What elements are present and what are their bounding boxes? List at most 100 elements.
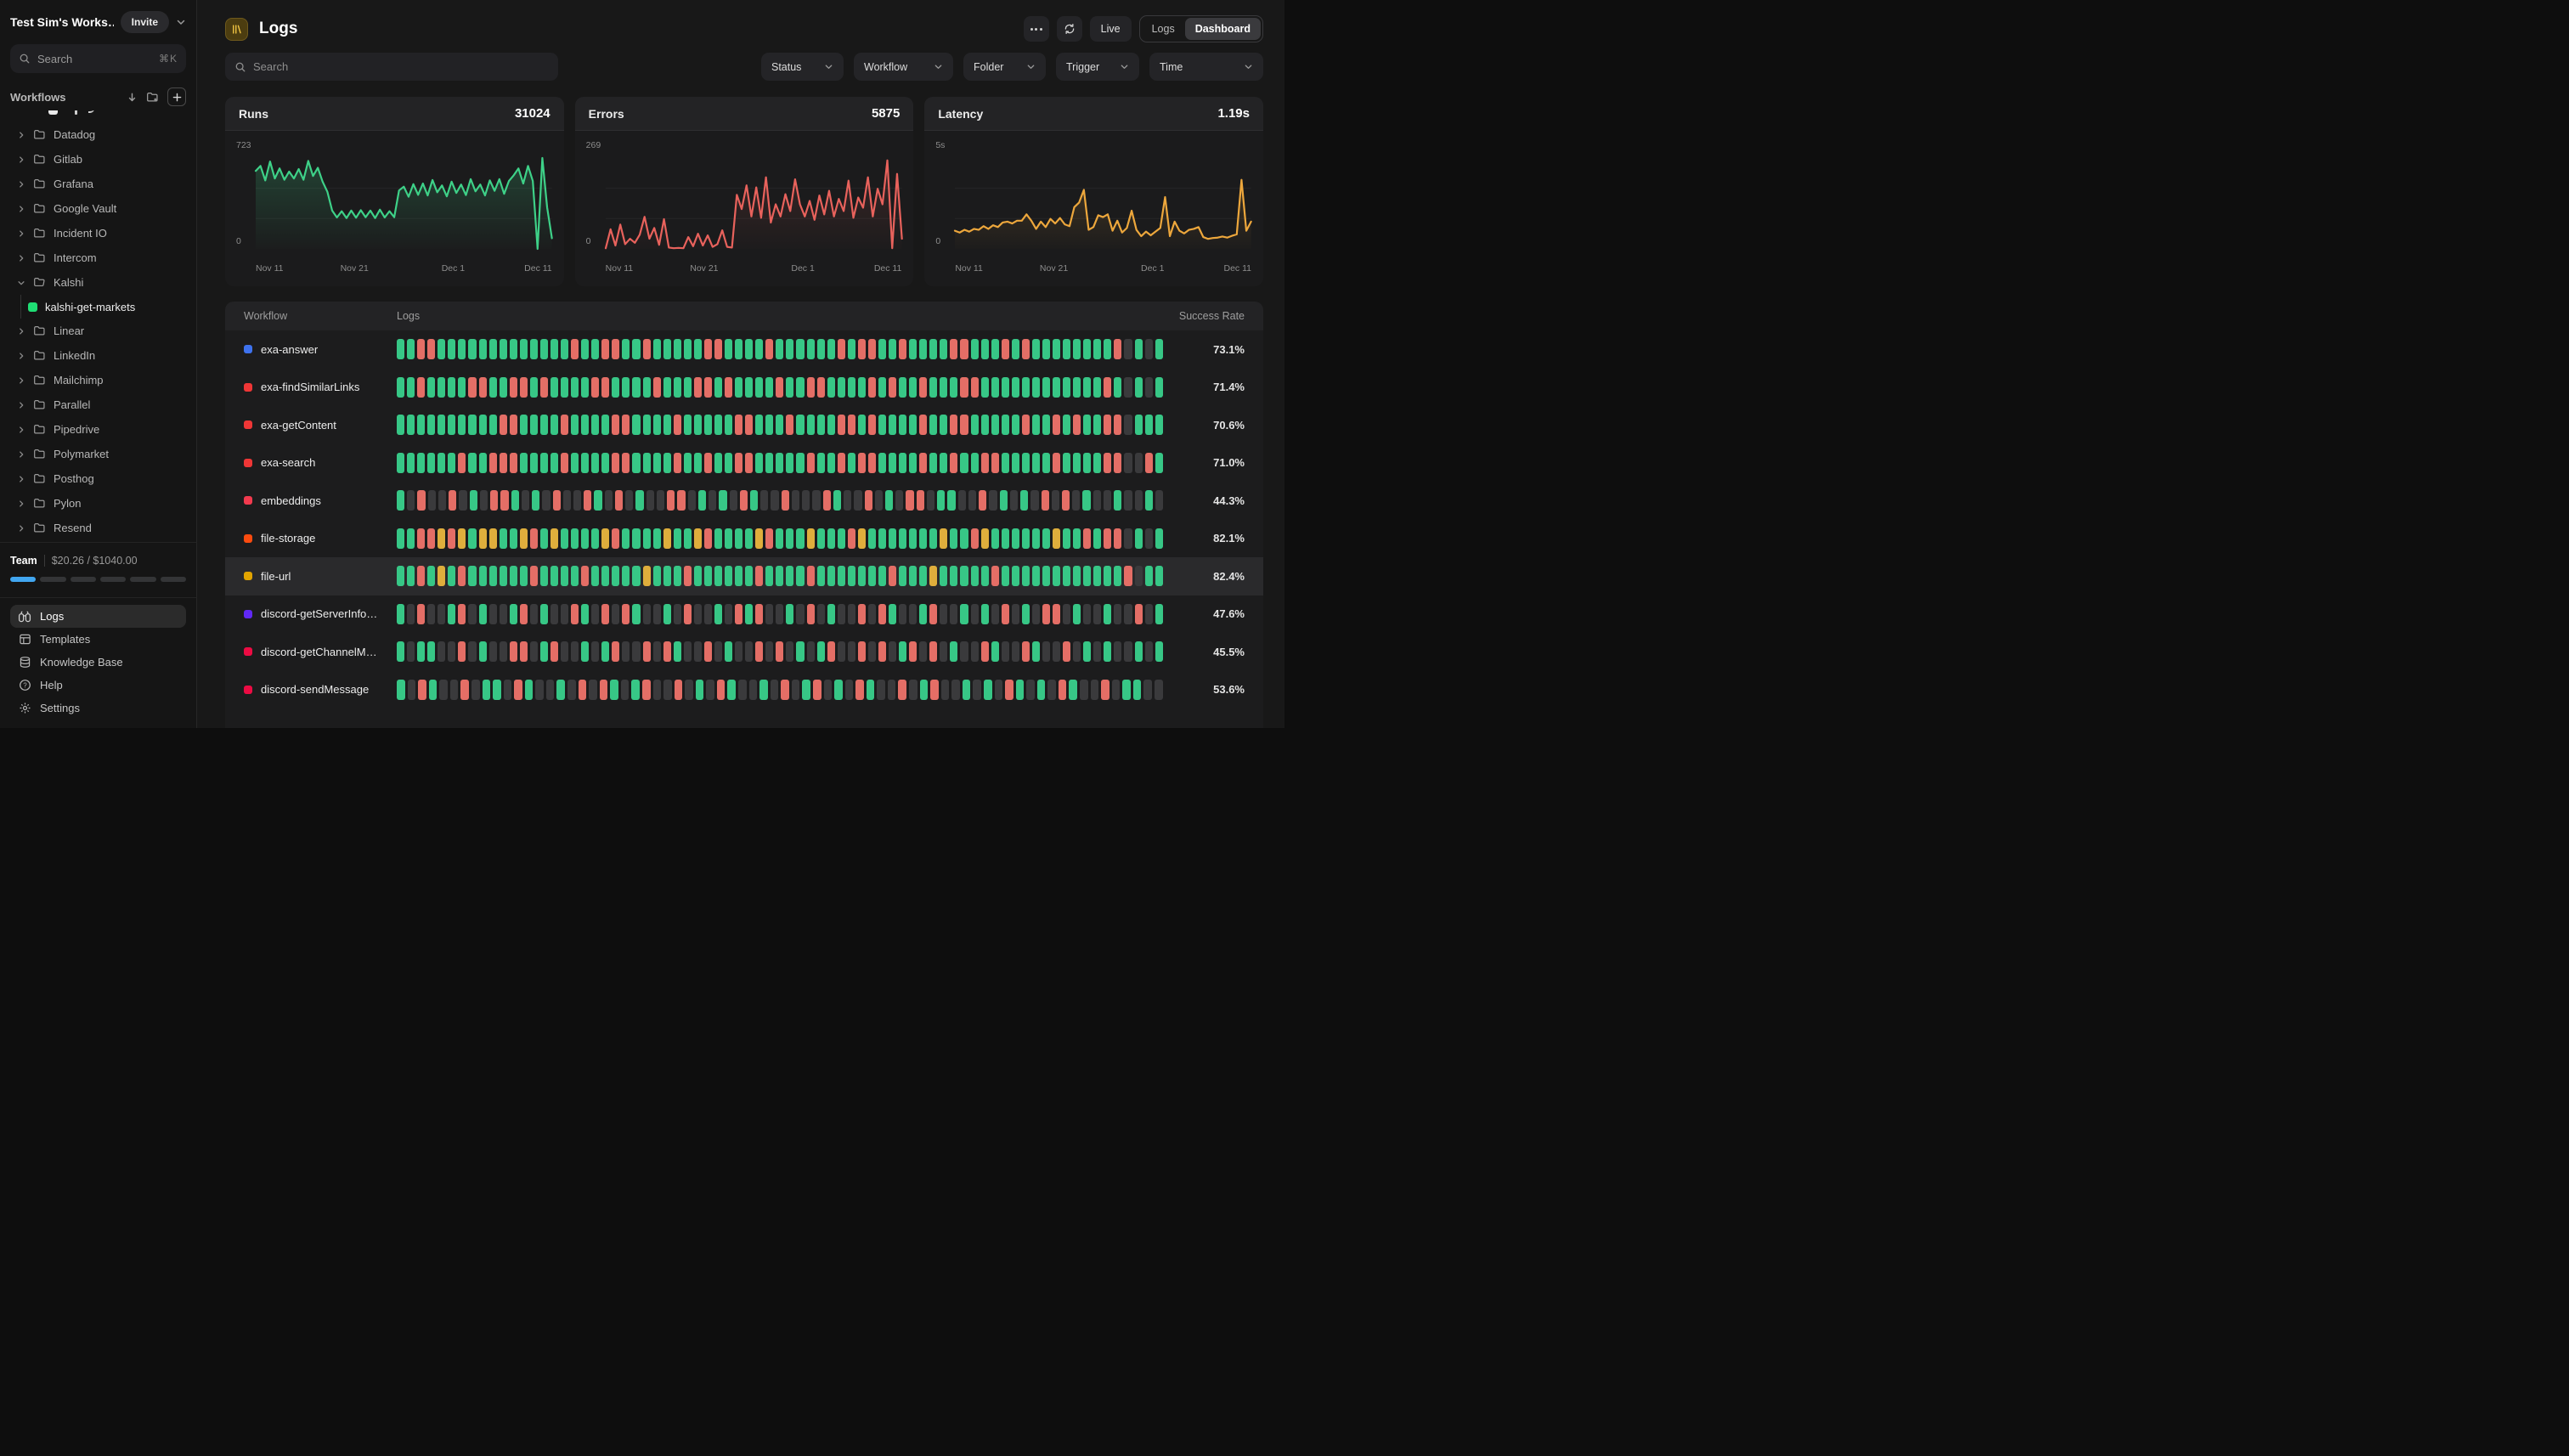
log-bar[interactable] — [612, 641, 619, 662]
log-bar[interactable] — [632, 528, 640, 549]
log-bar[interactable] — [589, 680, 597, 700]
log-bar[interactable] — [1104, 528, 1111, 549]
log-bar[interactable] — [1083, 453, 1091, 473]
log-bar[interactable] — [458, 604, 466, 624]
log-bar[interactable] — [489, 528, 497, 549]
chevron-right-icon[interactable] — [17, 352, 25, 360]
log-bar[interactable] — [448, 377, 455, 398]
log-bar[interactable] — [438, 490, 446, 511]
log-bar[interactable] — [971, 453, 979, 473]
log-bar[interactable] — [407, 566, 415, 586]
log-bar[interactable] — [1032, 641, 1040, 662]
sidebar-workflow-kalshi-get-markets[interactable]: kalshi-get-markets — [10, 295, 186, 319]
log-bar[interactable] — [643, 453, 651, 473]
log-bar[interactable] — [807, 641, 815, 662]
log-bar[interactable] — [500, 566, 507, 586]
toggle-dashboard[interactable]: Dashboard — [1185, 18, 1261, 40]
log-bar[interactable] — [500, 415, 507, 435]
log-bar[interactable] — [483, 680, 491, 700]
log-bar[interactable] — [1155, 641, 1163, 662]
log-bar[interactable] — [714, 641, 722, 662]
log-bar[interactable] — [1083, 566, 1091, 586]
log-bar[interactable] — [848, 641, 855, 662]
more-options-button[interactable] — [1024, 16, 1049, 42]
refresh-button[interactable] — [1057, 16, 1082, 42]
log-bar[interactable] — [663, 339, 671, 359]
log-bar[interactable] — [490, 490, 498, 511]
log-bar[interactable] — [759, 680, 768, 700]
chevron-right-icon[interactable] — [17, 327, 25, 336]
log-bar[interactable] — [438, 604, 445, 624]
log-bar[interactable] — [1012, 566, 1019, 586]
log-bar[interactable] — [438, 339, 445, 359]
log-bar[interactable] — [796, 566, 804, 586]
log-bar[interactable] — [427, 377, 435, 398]
log-bar[interactable] — [1002, 339, 1009, 359]
log-bar[interactable] — [1063, 566, 1070, 586]
log-bar[interactable] — [417, 377, 425, 398]
log-bar[interactable] — [971, 339, 979, 359]
log-bar[interactable] — [581, 604, 589, 624]
log-bar[interactable] — [1083, 604, 1091, 624]
log-bar[interactable] — [1112, 680, 1121, 700]
log-bar[interactable] — [1042, 339, 1050, 359]
log-bar[interactable] — [878, 566, 886, 586]
log-bar[interactable] — [765, 377, 773, 398]
log-bar[interactable] — [889, 566, 896, 586]
log-bar[interactable] — [929, 339, 937, 359]
chevron-down-icon[interactable] — [17, 279, 25, 287]
log-bar[interactable] — [540, 604, 548, 624]
log-bar[interactable] — [510, 604, 517, 624]
log-bar[interactable] — [817, 641, 825, 662]
log-bar[interactable] — [1093, 415, 1101, 435]
log-bar[interactable] — [479, 641, 487, 662]
log-bar[interactable] — [1145, 415, 1153, 435]
log-bar[interactable] — [725, 339, 732, 359]
log-bar[interactable] — [981, 377, 989, 398]
log-bar[interactable] — [714, 453, 722, 473]
log-bar[interactable] — [489, 339, 497, 359]
log-bar[interactable] — [738, 680, 747, 700]
log-bar[interactable] — [807, 453, 815, 473]
log-bar[interactable] — [1114, 339, 1121, 359]
log-bar[interactable] — [981, 641, 989, 662]
table-row-discord-getserverinfo-[interactable]: discord-getServerInfo…47.6% — [225, 595, 1263, 634]
log-bar[interactable] — [889, 641, 896, 662]
log-bar[interactable] — [674, 604, 681, 624]
log-bar[interactable] — [1135, 528, 1143, 549]
log-bar[interactable] — [511, 490, 519, 511]
log-bar[interactable] — [940, 604, 947, 624]
log-bar[interactable] — [631, 680, 640, 700]
log-bar[interactable] — [714, 528, 722, 549]
log-bar[interactable] — [802, 490, 810, 511]
log-bar[interactable] — [698, 490, 706, 511]
log-bar[interactable] — [868, 415, 876, 435]
log-bar[interactable] — [1053, 641, 1060, 662]
log-bar[interactable] — [786, 528, 793, 549]
log-bar[interactable] — [417, 528, 425, 549]
chevron-right-icon[interactable] — [17, 180, 25, 189]
log-bar[interactable] — [796, 339, 804, 359]
log-bar[interactable] — [1155, 528, 1163, 549]
nav-item-knowledge-base[interactable]: Knowledge Base — [10, 651, 186, 674]
log-bar[interactable] — [971, 604, 979, 624]
log-bar[interactable] — [868, 604, 876, 624]
table-row-exa-findsimilarlinks[interactable]: exa-findSimilarLinks71.4% — [225, 369, 1263, 407]
log-bar[interactable] — [909, 339, 917, 359]
log-bar[interactable] — [1124, 415, 1132, 435]
log-bar[interactable] — [817, 339, 825, 359]
new-folder-icon[interactable] — [146, 91, 159, 104]
log-bar[interactable] — [940, 453, 947, 473]
log-bar[interactable] — [1104, 339, 1111, 359]
log-bar[interactable] — [479, 339, 487, 359]
log-bar[interactable] — [489, 604, 497, 624]
log-bar[interactable] — [610, 680, 618, 700]
log-bar[interactable] — [765, 604, 773, 624]
sidebar-folder-parallel[interactable]: Parallel — [10, 392, 186, 417]
log-bar[interactable] — [427, 566, 435, 586]
log-bar[interactable] — [688, 490, 696, 511]
log-bar[interactable] — [868, 641, 876, 662]
log-bar[interactable] — [591, 528, 599, 549]
log-bar[interactable] — [827, 453, 835, 473]
log-bar[interactable] — [1042, 566, 1050, 586]
